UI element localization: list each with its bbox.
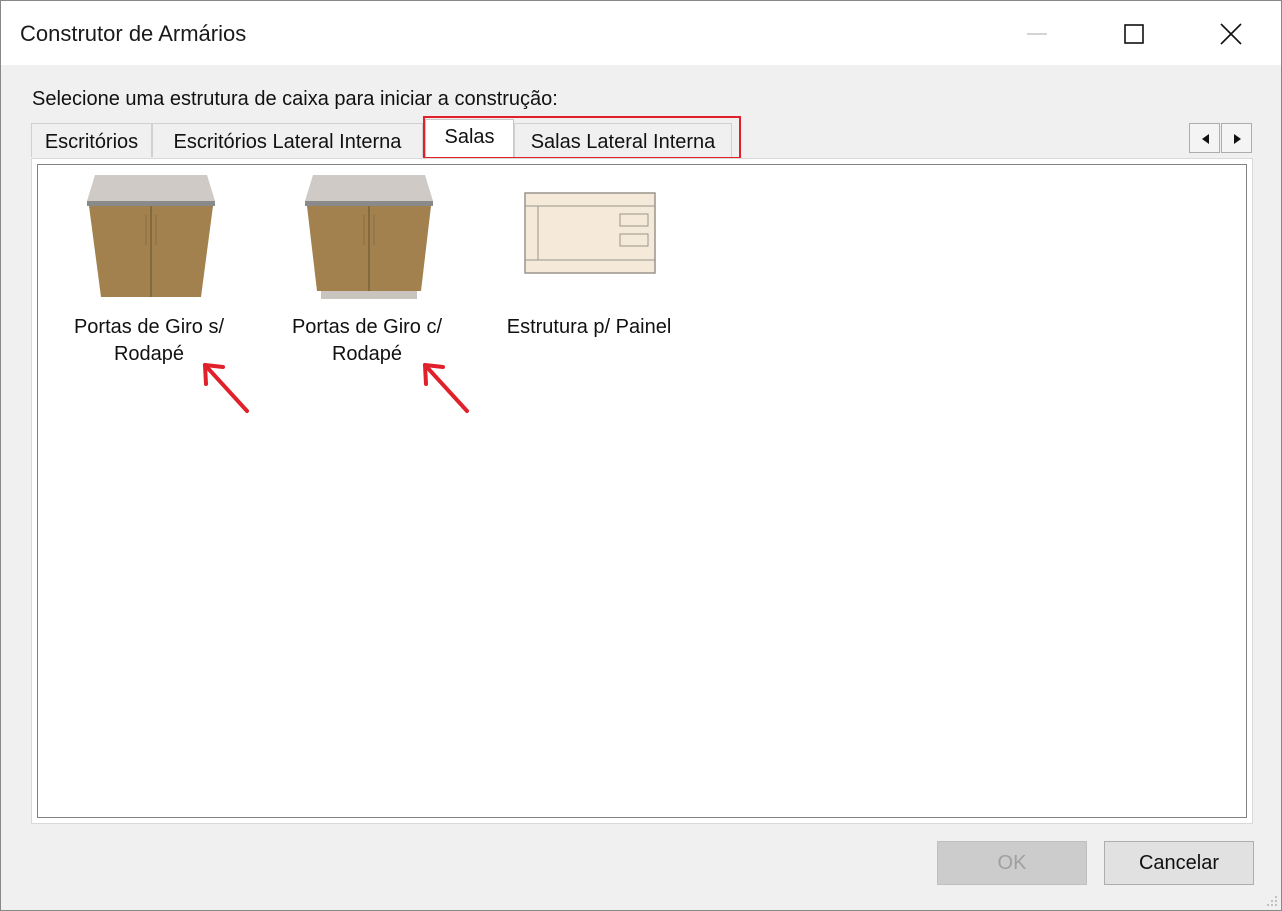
window-title: Construtor de Armários bbox=[20, 21, 247, 46]
list-item-portas-giro-sem-rodape[interactable]: Portas de Giro s/ Rodapé bbox=[39, 175, 259, 375]
cabinet-two-doors-with-plinth-icon bbox=[305, 175, 433, 299]
tab-escritorios-lateral-interna[interactable]: Escritórios Lateral Interna bbox=[152, 123, 423, 157]
ok-button[interactable]: OK bbox=[937, 841, 1087, 885]
close-button[interactable] bbox=[1181, 1, 1273, 65]
tab-escritorios[interactable]: Escritórios bbox=[31, 123, 152, 157]
maximize-button[interactable] bbox=[1089, 1, 1181, 65]
structure-list[interactable]: Portas de Giro s/ Rodapé Portas de Giro … bbox=[37, 164, 1247, 818]
cancel-button[interactable]: Cancelar bbox=[1104, 841, 1254, 885]
minimize-button[interactable] bbox=[997, 1, 1089, 65]
maximize-icon bbox=[1124, 24, 1144, 44]
cabinet-builder-window: Construtor de Armários Selecione uma est… bbox=[0, 0, 1282, 911]
list-item-portas-giro-com-rodape[interactable]: Portas de Giro c/ Rodapé bbox=[257, 175, 477, 375]
close-icon bbox=[1220, 23, 1242, 45]
triangle-right-icon bbox=[1234, 134, 1241, 144]
item-label-line1: Portas de Giro c/ bbox=[291, 316, 443, 338]
minimize-icon bbox=[1027, 33, 1047, 35]
arrow-annotation-icon bbox=[423, 363, 469, 413]
title-bar[interactable]: Construtor de Armários bbox=[1, 1, 1281, 65]
triangle-left-icon bbox=[1202, 134, 1209, 144]
tab-scroll-arrows bbox=[1189, 123, 1253, 153]
tab-panel: Portas de Giro s/ Rodapé Portas de Giro … bbox=[31, 158, 1253, 824]
panel-structure-icon bbox=[524, 192, 656, 274]
item-label-line1: Portas de Giro s/ bbox=[73, 316, 225, 338]
tab-salas[interactable]: Salas bbox=[425, 119, 514, 159]
tab-salas-lateral-interna[interactable]: Salas Lateral Interna bbox=[514, 123, 732, 157]
tab-scroll-left-button[interactable] bbox=[1189, 123, 1220, 153]
list-item-estrutura-painel[interactable]: Estrutura p/ Painel bbox=[479, 175, 699, 375]
item-label-line1: Estrutura p/ Painel bbox=[506, 316, 672, 338]
arrow-annotation-icon bbox=[203, 363, 249, 413]
tab-scroll-right-button[interactable] bbox=[1221, 123, 1252, 153]
instruction-label: Selecione uma estrutura de caixa para in… bbox=[32, 88, 558, 110]
resize-grip-icon[interactable] bbox=[1265, 894, 1279, 908]
cabinet-two-doors-icon bbox=[87, 175, 215, 297]
